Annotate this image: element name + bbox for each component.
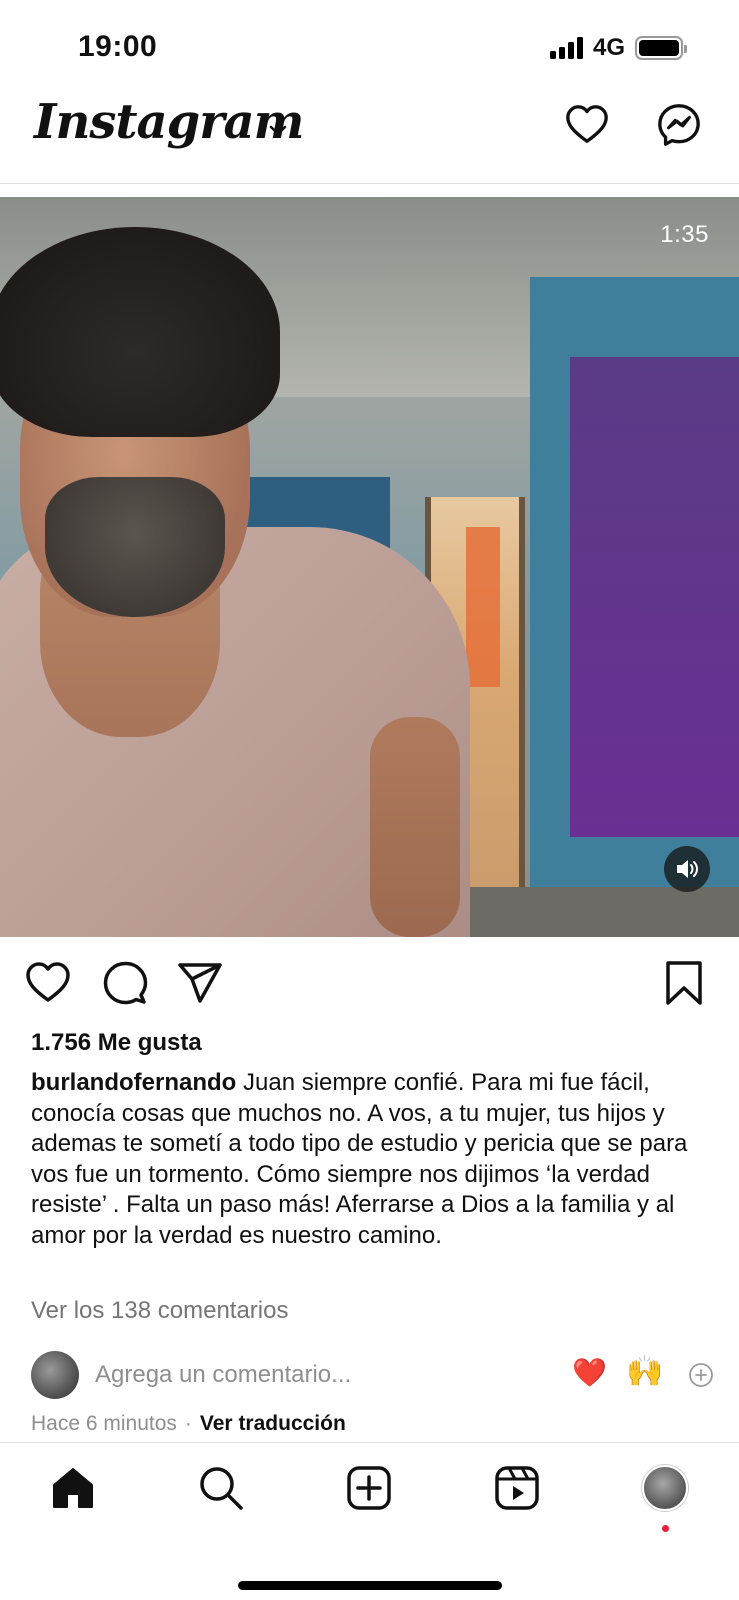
status-indicators: 4G bbox=[549, 34, 687, 62]
post-actions bbox=[0, 937, 739, 1027]
comment-icon[interactable] bbox=[101, 959, 149, 1007]
post-caption: burlandofernando Juan siempre confié. Pa… bbox=[31, 1068, 721, 1251]
add-comment-row: Agrega un comentario... ❤️ 🙌 bbox=[0, 1347, 739, 1403]
search-icon[interactable] bbox=[198, 1465, 244, 1511]
messenger-icon[interactable] bbox=[656, 102, 702, 148]
post-video[interactable]: 1:35 bbox=[0, 197, 739, 937]
meta-separator: · bbox=[184, 1412, 192, 1435]
instagram-logo[interactable]: Instagram bbox=[34, 94, 304, 150]
volume-icon bbox=[677, 860, 698, 878]
caption-username[interactable]: burlandofernando bbox=[31, 1069, 236, 1096]
likes-count[interactable]: 1.756 Me gusta bbox=[31, 1029, 202, 1057]
post-timestamp: Hace 6 minutos bbox=[31, 1412, 177, 1435]
volume-button[interactable] bbox=[664, 846, 710, 892]
status-bar: 19:00 4G bbox=[0, 0, 739, 90]
bottom-nav bbox=[0, 1442, 739, 1600]
quick-reaction-heart[interactable]: ❤️ bbox=[572, 1359, 607, 1387]
bookmark-icon[interactable] bbox=[660, 959, 708, 1007]
comment-input[interactable]: Agrega un comentario... bbox=[95, 1361, 351, 1389]
signal-icon bbox=[549, 37, 583, 59]
heart-icon[interactable] bbox=[24, 959, 72, 1007]
video-duration: 1:35 bbox=[660, 221, 709, 248]
share-icon[interactable] bbox=[176, 959, 224, 1007]
avatar bbox=[31, 1351, 79, 1399]
notification-dot bbox=[662, 1525, 669, 1532]
heart-icon[interactable] bbox=[564, 102, 610, 148]
quick-reaction-raised-hands[interactable]: 🙌 bbox=[626, 1357, 663, 1387]
create-icon[interactable] bbox=[346, 1465, 392, 1511]
home-icon[interactable] bbox=[50, 1465, 96, 1511]
translate-link[interactable]: Ver traducción bbox=[200, 1412, 346, 1435]
network-label: 4G bbox=[592, 34, 625, 61]
reels-icon[interactable] bbox=[494, 1465, 540, 1511]
app-header: Instagram bbox=[0, 90, 739, 184]
home-indicator[interactable] bbox=[238, 1581, 502, 1590]
profile-avatar[interactable] bbox=[642, 1465, 688, 1511]
battery-icon bbox=[635, 36, 687, 60]
status-time: 19:00 bbox=[78, 30, 158, 63]
post-meta: Hace 6 minutos · Ver traducción bbox=[31, 1412, 346, 1436]
add-reaction-icon[interactable] bbox=[688, 1362, 714, 1388]
chevron-down-icon[interactable] bbox=[266, 118, 290, 142]
view-comments-link[interactable]: Ver los 138 comentarios bbox=[31, 1297, 288, 1325]
